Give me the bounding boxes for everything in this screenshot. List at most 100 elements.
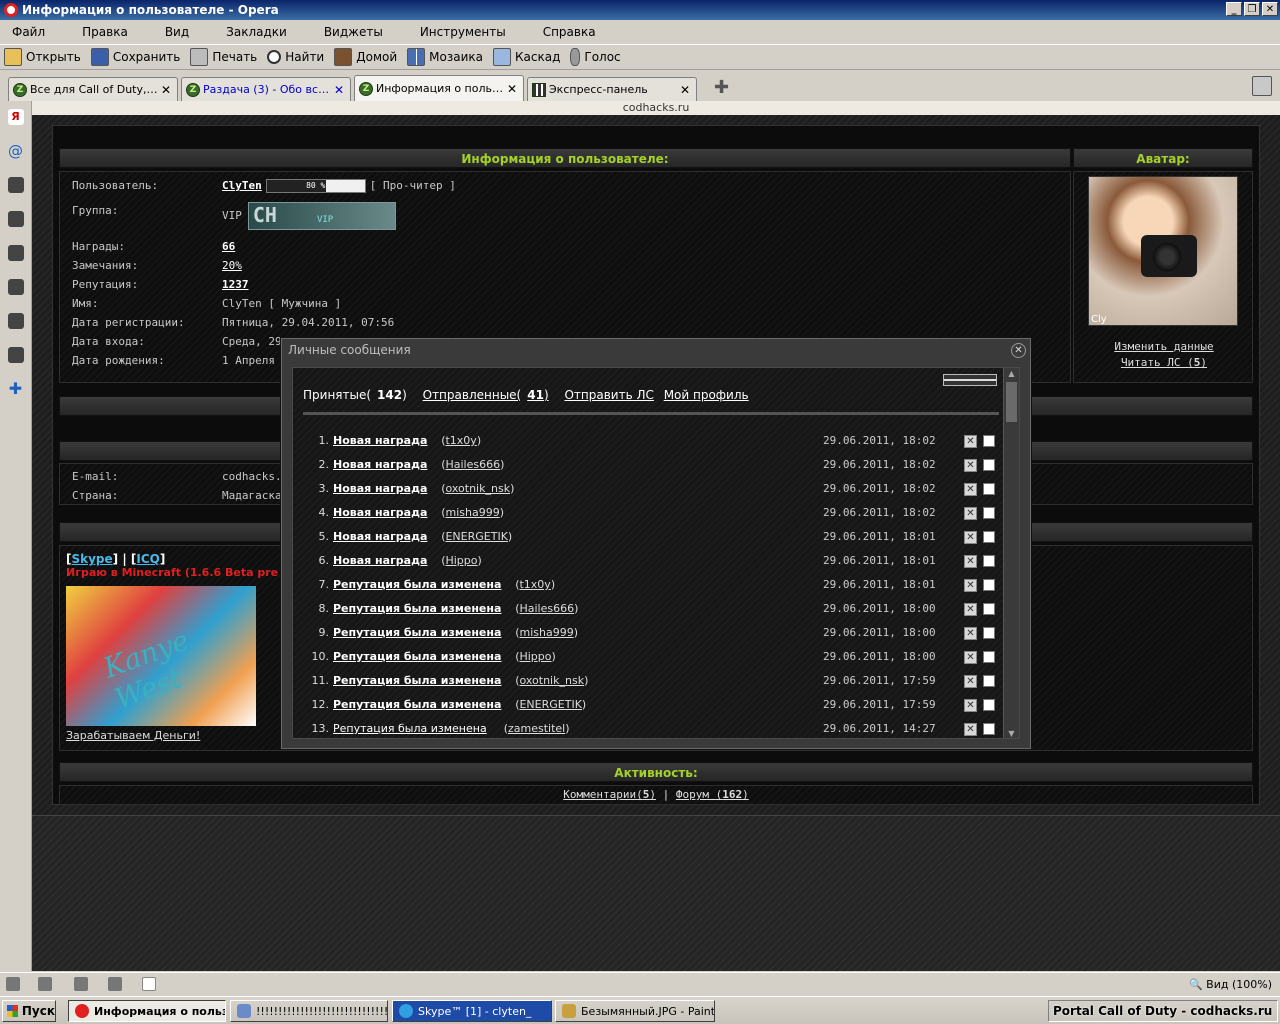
message-subject-link[interactable]: Новая награда bbox=[333, 434, 427, 447]
message-checkbox[interactable] bbox=[983, 603, 995, 615]
menu-view[interactable]: Вид bbox=[159, 25, 195, 39]
close-window-button[interactable]: ✕ bbox=[1262, 2, 1278, 16]
close-tab-icon[interactable]: ✕ bbox=[161, 83, 171, 97]
message-subject-link[interactable]: Репутация была изменена bbox=[333, 578, 501, 591]
delete-message-icon[interactable]: ✕ bbox=[964, 507, 977, 520]
menu-help[interactable]: Справка bbox=[537, 25, 602, 39]
scroll-down-icon[interactable]: ▼ bbox=[1004, 728, 1019, 738]
delete-message-icon[interactable]: ✕ bbox=[964, 603, 977, 616]
voice-button[interactable]: Голос bbox=[570, 48, 621, 66]
unite-status-icon[interactable] bbox=[74, 977, 88, 991]
delete-message-icon[interactable]: ✕ bbox=[964, 723, 977, 736]
warnings-link[interactable]: 20% bbox=[222, 259, 242, 272]
message-checkbox[interactable] bbox=[983, 531, 995, 543]
skype-link[interactable]: Skype bbox=[71, 552, 112, 566]
tab-razdacha[interactable]: Z Раздача (3) - Обо всем ... ✕ bbox=[181, 77, 351, 101]
sender-link[interactable]: Hippo bbox=[445, 554, 477, 567]
menu-file[interactable]: Файл bbox=[6, 25, 51, 39]
delete-message-icon[interactable]: ✕ bbox=[964, 531, 977, 544]
message-checkbox[interactable] bbox=[983, 507, 995, 519]
panel-toggle-icon[interactable] bbox=[6, 977, 20, 991]
task-notepad[interactable]: !!!!!!!!!!!!!!!!!!!!!!!!!!!!!!!... bbox=[230, 1000, 388, 1022]
delete-message-icon[interactable]: ✕ bbox=[964, 483, 977, 496]
minimize-button[interactable]: _ bbox=[1226, 2, 1242, 16]
delete-message-icon[interactable]: ✕ bbox=[964, 435, 977, 448]
delete-message-icon[interactable]: ✕ bbox=[964, 699, 977, 712]
bookmarks-star-icon[interactable] bbox=[7, 177, 24, 193]
read-pm-link[interactable]: Читать ЛС (5) bbox=[1074, 356, 1254, 369]
settings-gear-icon[interactable] bbox=[7, 211, 24, 227]
add-panel-plus-icon[interactable]: ✚ bbox=[8, 381, 24, 397]
message-checkbox[interactable] bbox=[983, 627, 995, 639]
close-tab-icon[interactable]: ✕ bbox=[334, 83, 344, 97]
zoom-level[interactable]: 🔍 Вид (100%) bbox=[1189, 978, 1272, 991]
tab-user-info[interactable]: Z Информация о пользов... ✕ bbox=[354, 75, 524, 101]
message-checkbox[interactable] bbox=[983, 723, 995, 735]
delete-message-icon[interactable]: ✕ bbox=[964, 627, 977, 640]
sender-link[interactable]: Hailes666 bbox=[519, 602, 574, 615]
message-checkbox[interactable] bbox=[983, 651, 995, 663]
new-tab-plus-icon[interactable]: ✚ bbox=[714, 77, 729, 98]
sender-link[interactable]: t1x0y bbox=[445, 434, 476, 447]
task-skype[interactable]: Skype™ [1] - clyten_ bbox=[392, 1000, 552, 1022]
message-checkbox[interactable] bbox=[983, 555, 995, 567]
message-subject-link[interactable]: Репутация была изменена bbox=[333, 698, 501, 711]
awards-link[interactable]: 66 bbox=[222, 240, 235, 253]
task-opera[interactable]: Информация о польз... bbox=[68, 1000, 226, 1022]
close-tab-icon[interactable]: ✕ bbox=[507, 82, 517, 96]
sender-link[interactable]: Hailes666 bbox=[445, 458, 500, 471]
my-profile-link[interactable]: Мой профиль bbox=[664, 388, 749, 402]
delete-message-icon[interactable]: ✕ bbox=[964, 459, 977, 472]
sender-link[interactable]: oxotnik_nsk bbox=[519, 674, 584, 687]
message-subject-link[interactable]: Репутация была изменена bbox=[333, 650, 501, 663]
delete-message-icon[interactable]: ✕ bbox=[964, 675, 977, 688]
message-checkbox[interactable] bbox=[983, 483, 995, 495]
save-button[interactable]: Сохранить bbox=[90, 48, 180, 66]
sender-link[interactable]: ENERGETIK bbox=[445, 530, 507, 543]
sender-link[interactable]: misha999 bbox=[519, 626, 573, 639]
sender-link[interactable]: t1x0y bbox=[519, 578, 550, 591]
message-subject-link[interactable]: Репутация была изменена bbox=[333, 722, 487, 735]
yandex-icon[interactable]: Я bbox=[7, 109, 24, 125]
message-subject-link[interactable]: Новая награда bbox=[333, 554, 427, 567]
message-subject-link[interactable]: Новая награда bbox=[333, 506, 427, 519]
forum-link[interactable]: Форум (162) bbox=[676, 788, 749, 801]
tab-call-of-duty[interactable]: Z Все для Call of Duty, Ва... ✕ bbox=[8, 77, 178, 101]
username-link[interactable]: ClyTen bbox=[222, 179, 262, 192]
menu-bookmarks[interactable]: Закладки bbox=[220, 25, 293, 39]
menu-widgets[interactable]: Виджеты bbox=[318, 25, 389, 39]
sender-link[interactable]: oxotnik_nsk bbox=[445, 482, 510, 495]
delete-message-icon[interactable]: ✕ bbox=[964, 651, 977, 664]
cascade-button[interactable]: Каскад bbox=[493, 48, 560, 66]
close-dialog-icon[interactable]: ✕ bbox=[1011, 343, 1026, 358]
mail-at-icon[interactable]: @ bbox=[8, 143, 24, 159]
dialog-scrollbar[interactable]: ▲ ▼ bbox=[1003, 368, 1019, 738]
message-subject-link[interactable]: Репутация была изменена bbox=[333, 674, 501, 687]
sender-link[interactable]: misha999 bbox=[445, 506, 499, 519]
find-button[interactable]: Найти bbox=[267, 50, 324, 64]
scroll-thumb[interactable] bbox=[1006, 382, 1017, 422]
message-checkbox[interactable] bbox=[983, 675, 995, 687]
open-button[interactable]: Открыть bbox=[4, 48, 81, 66]
home-button[interactable]: Домой bbox=[334, 48, 397, 66]
menu-tools[interactable]: Инструменты bbox=[414, 25, 512, 39]
comments-link[interactable]: Комментарии(5) bbox=[563, 788, 656, 801]
menu-edit[interactable]: Правка bbox=[76, 25, 134, 39]
tab-speed-dial[interactable]: Экспресс-панель ✕ bbox=[527, 77, 697, 101]
message-checkbox[interactable] bbox=[983, 459, 995, 471]
downloads-icon[interactable] bbox=[7, 313, 24, 329]
delete-message-icon[interactable]: ✕ bbox=[964, 579, 977, 592]
closed-tabs-trash-icon[interactable] bbox=[1252, 76, 1272, 96]
edit-profile-link[interactable]: Изменить данные bbox=[1074, 340, 1254, 353]
tab-inbox[interactable]: Принятые(142) bbox=[303, 388, 413, 402]
start-button[interactable]: Пуск bbox=[2, 1000, 56, 1022]
icq-link[interactable]: ICQ bbox=[136, 552, 159, 566]
message-subject-link[interactable]: Репутация была изменена bbox=[333, 626, 501, 639]
message-checkbox[interactable] bbox=[983, 579, 995, 591]
send-pm-link[interactable]: Отправить ЛС bbox=[564, 388, 653, 402]
message-checkbox[interactable] bbox=[983, 435, 995, 447]
close-tab-icon[interactable]: ✕ bbox=[680, 83, 690, 97]
unite-icon[interactable] bbox=[7, 245, 24, 261]
reputation-link[interactable]: 1237 bbox=[222, 278, 249, 291]
message-subject-link[interactable]: Новая награда bbox=[333, 530, 427, 543]
